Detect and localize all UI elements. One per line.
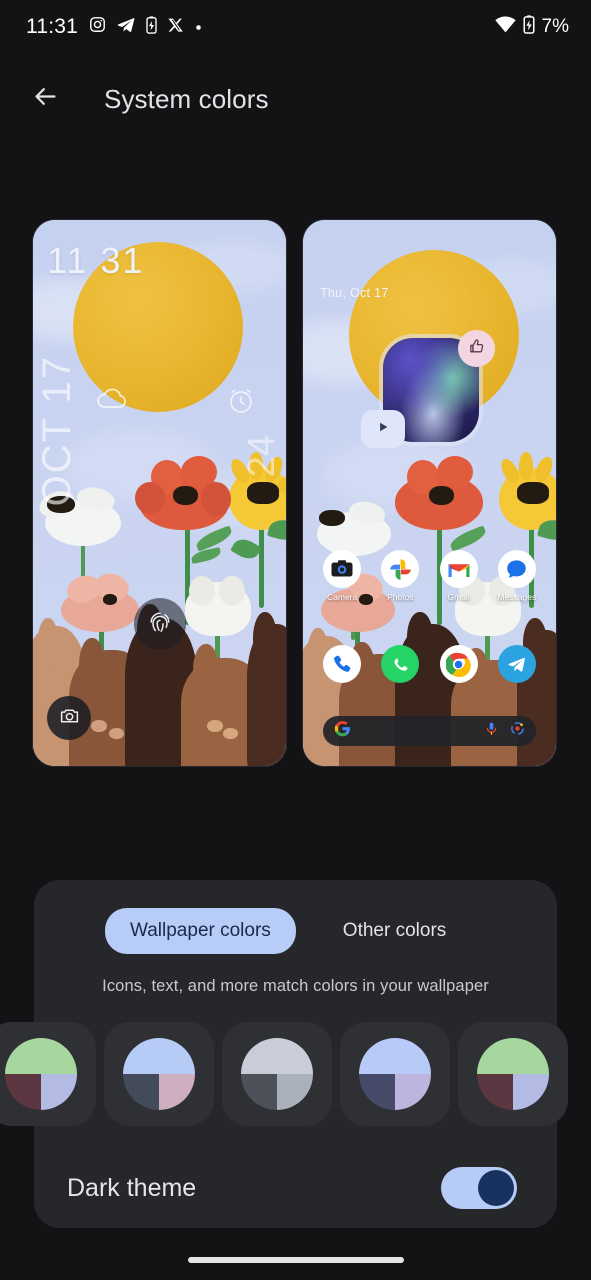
- swatch-bottom-right-color: [159, 1074, 195, 1110]
- dark-theme-row[interactable]: Dark theme: [34, 1148, 557, 1228]
- swatch-green[interactable]: [0, 1022, 96, 1126]
- media-widget[interactable]: [361, 330, 495, 448]
- tab-wallpaper-colors[interactable]: Wallpaper colors: [105, 908, 296, 954]
- dock-chrome[interactable]: [436, 645, 482, 683]
- swatch-preview: [123, 1038, 195, 1110]
- google-photos-icon: [381, 550, 420, 588]
- swatch-bottom-left-color: [477, 1074, 513, 1110]
- swatch-preview: [5, 1038, 77, 1110]
- camera-icon: [59, 705, 80, 731]
- swatch-bottom-left-color: [359, 1074, 395, 1110]
- telegram-icon: [117, 16, 135, 39]
- swatch-periwinkle[interactable]: [340, 1022, 450, 1126]
- app-label: Photos: [387, 592, 414, 602]
- swatch-gray[interactable]: [222, 1022, 332, 1126]
- color-source-tabs: Wallpaper colors Other colors: [34, 880, 557, 954]
- lock-screen-date-vertical: OCT 17: [35, 355, 79, 507]
- swatch-preview: [477, 1038, 549, 1110]
- swatch-preview: [359, 1038, 431, 1110]
- app-grid-row: Camera Photos Gmail Messages: [303, 550, 556, 602]
- play-button[interactable]: [361, 410, 405, 448]
- system-colors-screen: 11:31 7% System colors 11 31 OCT 17 24 T…: [0, 0, 591, 1280]
- fingerprint-icon: [146, 608, 174, 641]
- status-bar-clock: 11:31: [26, 15, 78, 38]
- home-screen-date: Thu, Oct 17: [320, 286, 389, 300]
- color-hint-text: Icons, text, and more match colors in yo…: [102, 977, 489, 995]
- status-bar: 11:31 7%: [0, 0, 591, 54]
- page-title: System colors: [104, 83, 269, 114]
- battery-charging-icon: [146, 15, 157, 39]
- app-gmail[interactable]: Gmail: [436, 550, 482, 602]
- dot-icon: [195, 18, 202, 36]
- lock-screen-preview[interactable]: 11 31 OCT 17 24: [33, 220, 286, 766]
- toggle-knob: [478, 1170, 514, 1206]
- battery-percentage: 7%: [541, 16, 569, 37]
- app-messages[interactable]: Messages: [494, 550, 540, 602]
- app-label: Gmail: [447, 592, 470, 602]
- arrow-back-icon: [32, 83, 59, 115]
- thumbs-up-icon: [468, 338, 485, 360]
- dark-theme-label: Dark theme: [67, 1173, 197, 1202]
- dock-phone[interactable]: [319, 645, 365, 683]
- color-swatch-list[interactable]: [0, 1022, 591, 1126]
- camera-shortcut-button[interactable]: [47, 696, 91, 740]
- wallpaper-previews: 11 31 OCT 17 24 Thu, Oct 17 Camera Photo…: [33, 220, 556, 766]
- chrome-icon: [439, 645, 478, 683]
- google-search-bar[interactable]: [323, 716, 536, 746]
- swatch-bottom-right-color: [41, 1074, 77, 1110]
- back-button[interactable]: [24, 78, 66, 120]
- google-g-icon: [334, 720, 351, 742]
- tab-other-colors[interactable]: Other colors: [318, 908, 471, 954]
- x-twitter-icon: [168, 17, 184, 38]
- cloud-icon: [95, 386, 129, 417]
- alarm-clock-icon: [226, 386, 256, 421]
- swatch-bottom-right-color: [513, 1074, 549, 1110]
- whatsapp-icon: [381, 645, 420, 683]
- google-messages-icon: [497, 550, 536, 588]
- swatch-bottom-left-color: [5, 1074, 41, 1110]
- app-photos[interactable]: Photos: [377, 550, 423, 602]
- camera-app-icon: [323, 550, 362, 588]
- telegram-icon: [497, 645, 536, 683]
- battery-charging-icon: [523, 15, 535, 39]
- dock-telegram[interactable]: [494, 645, 540, 683]
- phone-icon: [323, 645, 362, 683]
- thumbs-up-button[interactable]: [458, 330, 495, 367]
- swatch-top-color: [5, 1038, 77, 1074]
- lock-screen-date-vertical-right: 24: [241, 435, 283, 478]
- swatch-bottom-left-color: [241, 1074, 277, 1110]
- dock-row: [303, 645, 556, 683]
- swatch-top-color: [241, 1038, 313, 1074]
- swatch-bottom-left-color: [123, 1074, 159, 1110]
- wifi-icon: [494, 16, 516, 38]
- gmail-icon: [439, 550, 478, 588]
- dock-whatsapp[interactable]: [377, 645, 423, 683]
- lock-screen-clock: 11 31: [47, 240, 145, 281]
- status-bar-right: 7%: [494, 15, 569, 39]
- swatch-preview: [241, 1038, 313, 1110]
- instagram-icon: [89, 16, 106, 38]
- wallpaper-art-home: [303, 220, 556, 766]
- swatch-green-2[interactable]: [458, 1022, 568, 1126]
- swatch-blue[interactable]: [104, 1022, 214, 1126]
- swatch-top-color: [123, 1038, 195, 1074]
- swatch-bottom-right-color: [277, 1074, 313, 1110]
- home-gesture-pill[interactable]: [187, 1257, 404, 1263]
- status-bar-left: 11:31: [26, 15, 202, 39]
- google-lens-icon[interactable]: [510, 721, 525, 741]
- app-bar: System colors: [0, 66, 591, 132]
- swatch-bottom-right-color: [395, 1074, 431, 1110]
- microphone-icon[interactable]: [484, 721, 499, 741]
- swatch-top-color: [477, 1038, 549, 1074]
- app-label: Camera: [327, 592, 358, 602]
- fingerprint-sensor-button[interactable]: [133, 598, 186, 650]
- swatch-top-color: [359, 1038, 431, 1074]
- app-label: Messages: [497, 592, 537, 602]
- play-icon: [376, 420, 390, 439]
- home-screen-preview[interactable]: Thu, Oct 17 Camera Photos Gmail Messages: [303, 220, 556, 766]
- app-camera[interactable]: Camera: [319, 550, 365, 602]
- dark-theme-toggle[interactable]: [441, 1167, 517, 1209]
